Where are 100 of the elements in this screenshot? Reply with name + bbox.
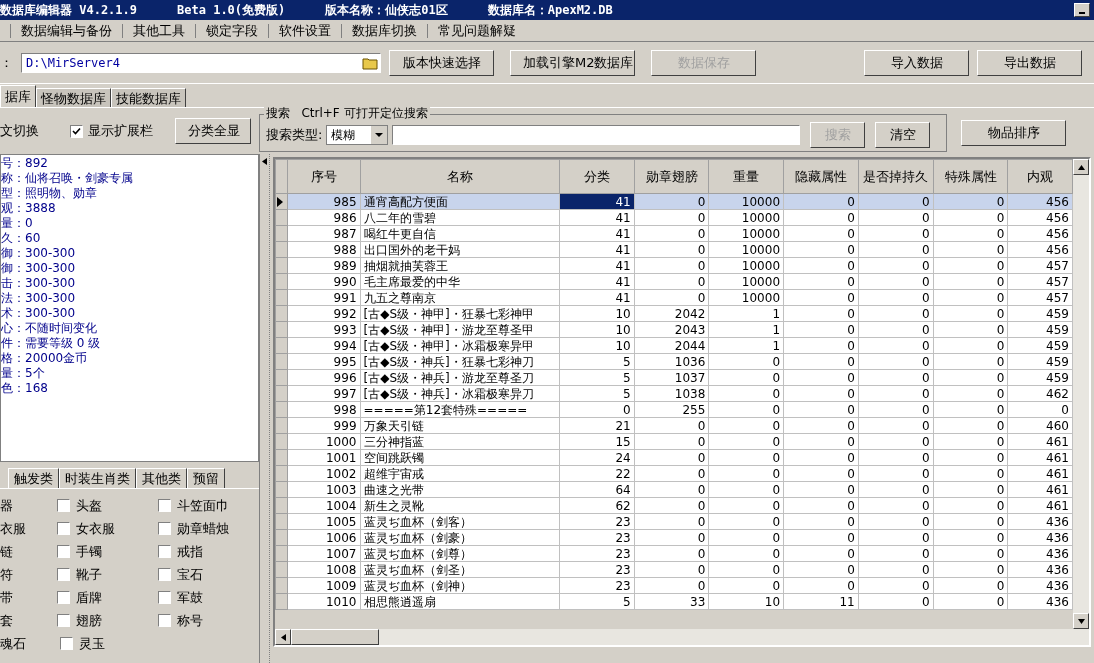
column-header[interactable]: 序号 xyxy=(287,159,360,194)
checkbox[interactable] xyxy=(157,522,171,535)
table-cell: 0 xyxy=(933,401,1008,418)
column-header[interactable]: 重量 xyxy=(708,159,784,194)
table-cell: 15 xyxy=(559,433,635,450)
collapse-arrow-icon[interactable] xyxy=(262,158,267,165)
table-cell: 21 xyxy=(559,417,635,434)
scroll-down-icon[interactable] xyxy=(1077,618,1085,624)
table-cell: 0 xyxy=(634,481,709,498)
table-cell: 5 xyxy=(559,369,635,386)
column-header[interactable]: 内观 xyxy=(1007,159,1073,194)
tab[interactable]: 时装生肖类 xyxy=(59,468,136,488)
checkbox[interactable] xyxy=(56,499,70,512)
table-cell: 0 xyxy=(933,497,1008,514)
checkbox[interactable] xyxy=(56,522,70,535)
checkbox[interactable] xyxy=(157,614,171,627)
checkbox[interactable] xyxy=(56,614,70,627)
checkbox[interactable] xyxy=(70,124,83,138)
menu-item[interactable]: 锁定字段 xyxy=(206,20,258,41)
table-cell: 994 xyxy=(287,337,360,354)
menu-item[interactable]: 数据编辑与备份 xyxy=(21,20,112,41)
checkbox-label: 勋章蜡烛 xyxy=(176,519,229,538)
sort-button[interactable]: 物品排序 xyxy=(961,120,1066,146)
checkbox[interactable] xyxy=(56,568,70,581)
scroll-left-icon[interactable] xyxy=(280,633,286,641)
tab[interactable]: 怪物数据库 xyxy=(36,88,111,107)
table-cell: 456 xyxy=(1007,193,1073,210)
table-cell: 1010 xyxy=(287,593,360,610)
table-cell: 1006 xyxy=(287,529,360,546)
table-cell: 998 xyxy=(287,401,360,418)
table-cell: 0 xyxy=(933,465,1008,482)
table-cell: 41 xyxy=(559,289,635,306)
table-cell: 457 xyxy=(1007,257,1073,274)
search-group-title: 搜索 Ctrl+F 可打开定位搜索 xyxy=(264,106,430,120)
table-cell: 0 xyxy=(933,225,1008,242)
table-cell: 456 xyxy=(1007,225,1073,242)
table-cell: 0 xyxy=(634,513,709,530)
column-header[interactable]: 勋章翅膀 xyxy=(634,159,709,194)
table-cell: 461 xyxy=(1007,481,1073,498)
table-cell: 0 xyxy=(858,449,934,466)
horizontal-scrollbar[interactable] xyxy=(275,629,1073,645)
table-cell: 0 xyxy=(858,593,934,610)
table-cell: 0 xyxy=(933,209,1008,226)
tab[interactable]: 预留 xyxy=(187,468,225,488)
table-cell: 24 xyxy=(559,449,635,466)
table-cell: 462 xyxy=(1007,385,1073,402)
tab[interactable]: 触发类 xyxy=(8,468,59,488)
checkbox[interactable] xyxy=(60,637,73,650)
clear-button[interactable]: 清空 xyxy=(875,122,931,148)
checkbox-label: 头盔 xyxy=(75,496,102,515)
table-cell: 0 xyxy=(933,529,1008,546)
checkbox-label: 手镯 xyxy=(75,542,102,561)
table-cell: 0 xyxy=(634,497,709,514)
scroll-thumb[interactable] xyxy=(291,629,379,645)
table-cell: 八二年的雪碧 xyxy=(360,209,560,226)
table-cell: 1037 xyxy=(634,369,709,386)
checkbox[interactable] xyxy=(157,545,171,558)
tab[interactable]: 据库 xyxy=(0,85,36,107)
folder-icon[interactable] xyxy=(362,55,378,70)
search-field[interactable] xyxy=(392,125,801,145)
checkbox[interactable] xyxy=(157,591,171,604)
table-cell: 436 xyxy=(1007,593,1073,610)
info-line: 御：300-300 xyxy=(1,246,77,261)
column-header[interactable]: 名称 xyxy=(360,159,560,194)
tab[interactable]: 技能数据库 xyxy=(111,88,186,107)
table-cell: 0 xyxy=(634,241,709,258)
column-header[interactable]: 隐藏属性 xyxy=(783,159,859,194)
table-cell: 0 xyxy=(858,497,934,514)
menu-item[interactable]: 其他工具 xyxy=(133,20,185,41)
menu-item[interactable]: 数据库切换 xyxy=(352,20,417,41)
path-field[interactable]: D:\MirServer4 xyxy=(21,52,381,73)
vertical-scrollbar[interactable] xyxy=(1073,159,1089,645)
checkbox[interactable] xyxy=(157,499,171,512)
scroll-up-icon[interactable] xyxy=(1077,164,1085,170)
table-cell: 0 xyxy=(634,545,709,562)
column-header[interactable]: 是否掉持久 xyxy=(858,159,934,194)
tab[interactable]: 其他类 xyxy=(136,468,187,488)
table-cell: 0 xyxy=(783,289,859,306)
menu-item[interactable]: 常见问题解疑 xyxy=(438,20,516,41)
column-header[interactable]: 特殊属性 xyxy=(933,159,1008,194)
menu-item[interactable]: 软件设置 xyxy=(279,20,331,41)
show-all-button[interactable]: 分类全显 xyxy=(175,118,251,144)
table-cell: 1009 xyxy=(287,577,360,594)
checkbox-label: 盾牌 xyxy=(75,588,102,607)
checkbox[interactable] xyxy=(157,568,171,581)
load-button[interactable]: 加载引擎M2数据库 xyxy=(510,49,635,76)
checkbox[interactable] xyxy=(56,545,70,558)
import-button[interactable]: 导入数据 xyxy=(864,49,969,76)
search-type-select[interactable]: 模糊 xyxy=(326,125,389,145)
minimize-button[interactable] xyxy=(1074,3,1090,17)
version-button[interactable]: 版本快速选择 xyxy=(389,49,494,76)
export-button[interactable]: 导出数据 xyxy=(977,49,1082,76)
window-title: 数据库编辑器 V4.2.1.9 xyxy=(0,2,138,19)
table-cell: 0 xyxy=(858,465,934,482)
table-cell: 459 xyxy=(1007,337,1073,354)
table-cell: 0 xyxy=(783,449,859,466)
window-title: Beta 1.0(免费版) xyxy=(177,2,286,19)
checkbox[interactable] xyxy=(56,591,70,604)
column-header[interactable]: 分类 xyxy=(559,159,635,194)
table-cell: 蓝灵ぢ血杯（剑客） xyxy=(360,513,560,530)
